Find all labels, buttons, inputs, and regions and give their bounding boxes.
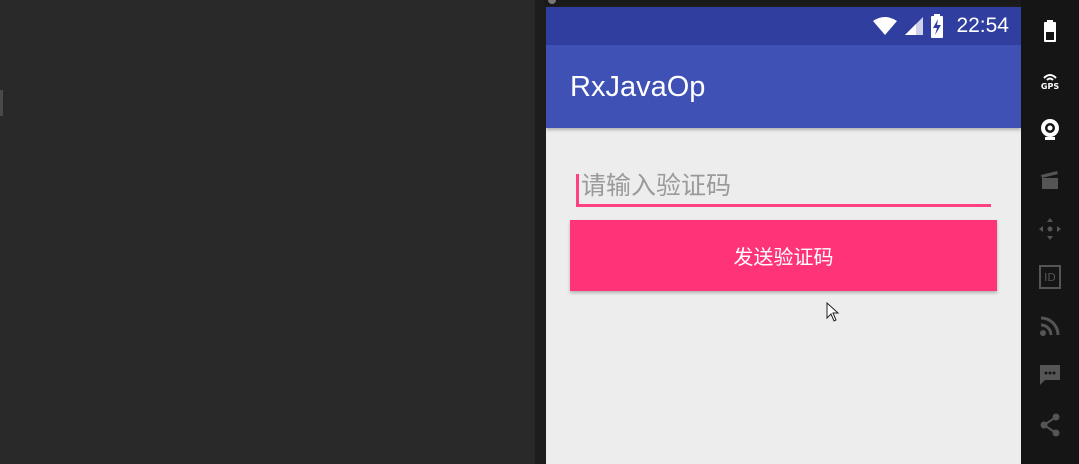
status-bar: 22:54 (546, 7, 1021, 45)
app-bar: RxJavaOp (546, 45, 1021, 128)
status-time: 22:54 (956, 14, 1009, 37)
emulator-sidebar: GPS ID (1021, 0, 1079, 464)
gps-label: GPS (1040, 81, 1060, 91)
mouse-pointer-icon (826, 302, 840, 322)
gps-icon[interactable]: GPS (1030, 66, 1070, 96)
desktop-background (0, 0, 535, 464)
rss-icon[interactable] (1030, 311, 1070, 341)
wifi-icon (873, 17, 898, 35)
id-icon[interactable]: ID (1030, 262, 1070, 292)
app-title: RxJavaOp (570, 71, 706, 103)
text-cursor (576, 174, 579, 206)
share-icon[interactable] (1030, 410, 1070, 440)
signal-icon (905, 17, 924, 35)
dpad-icon[interactable] (1030, 214, 1070, 244)
clapperboard-icon[interactable] (1030, 165, 1070, 195)
emulator-top-bar (544, 0, 1079, 6)
camera-icon[interactable] (1030, 115, 1070, 145)
id-label: ID (1039, 265, 1061, 289)
sms-icon[interactable] (1030, 360, 1070, 390)
battery-charging-icon (931, 14, 944, 38)
send-code-button[interactable]: 发送验证码 (570, 220, 997, 291)
battery-icon[interactable] (1030, 17, 1070, 47)
verification-code-field[interactable] (576, 167, 991, 209)
window-edge (0, 90, 3, 116)
phone-screen: 22:54 RxJavaOp 发送验证码 (546, 7, 1021, 464)
verification-code-input[interactable] (576, 167, 991, 207)
